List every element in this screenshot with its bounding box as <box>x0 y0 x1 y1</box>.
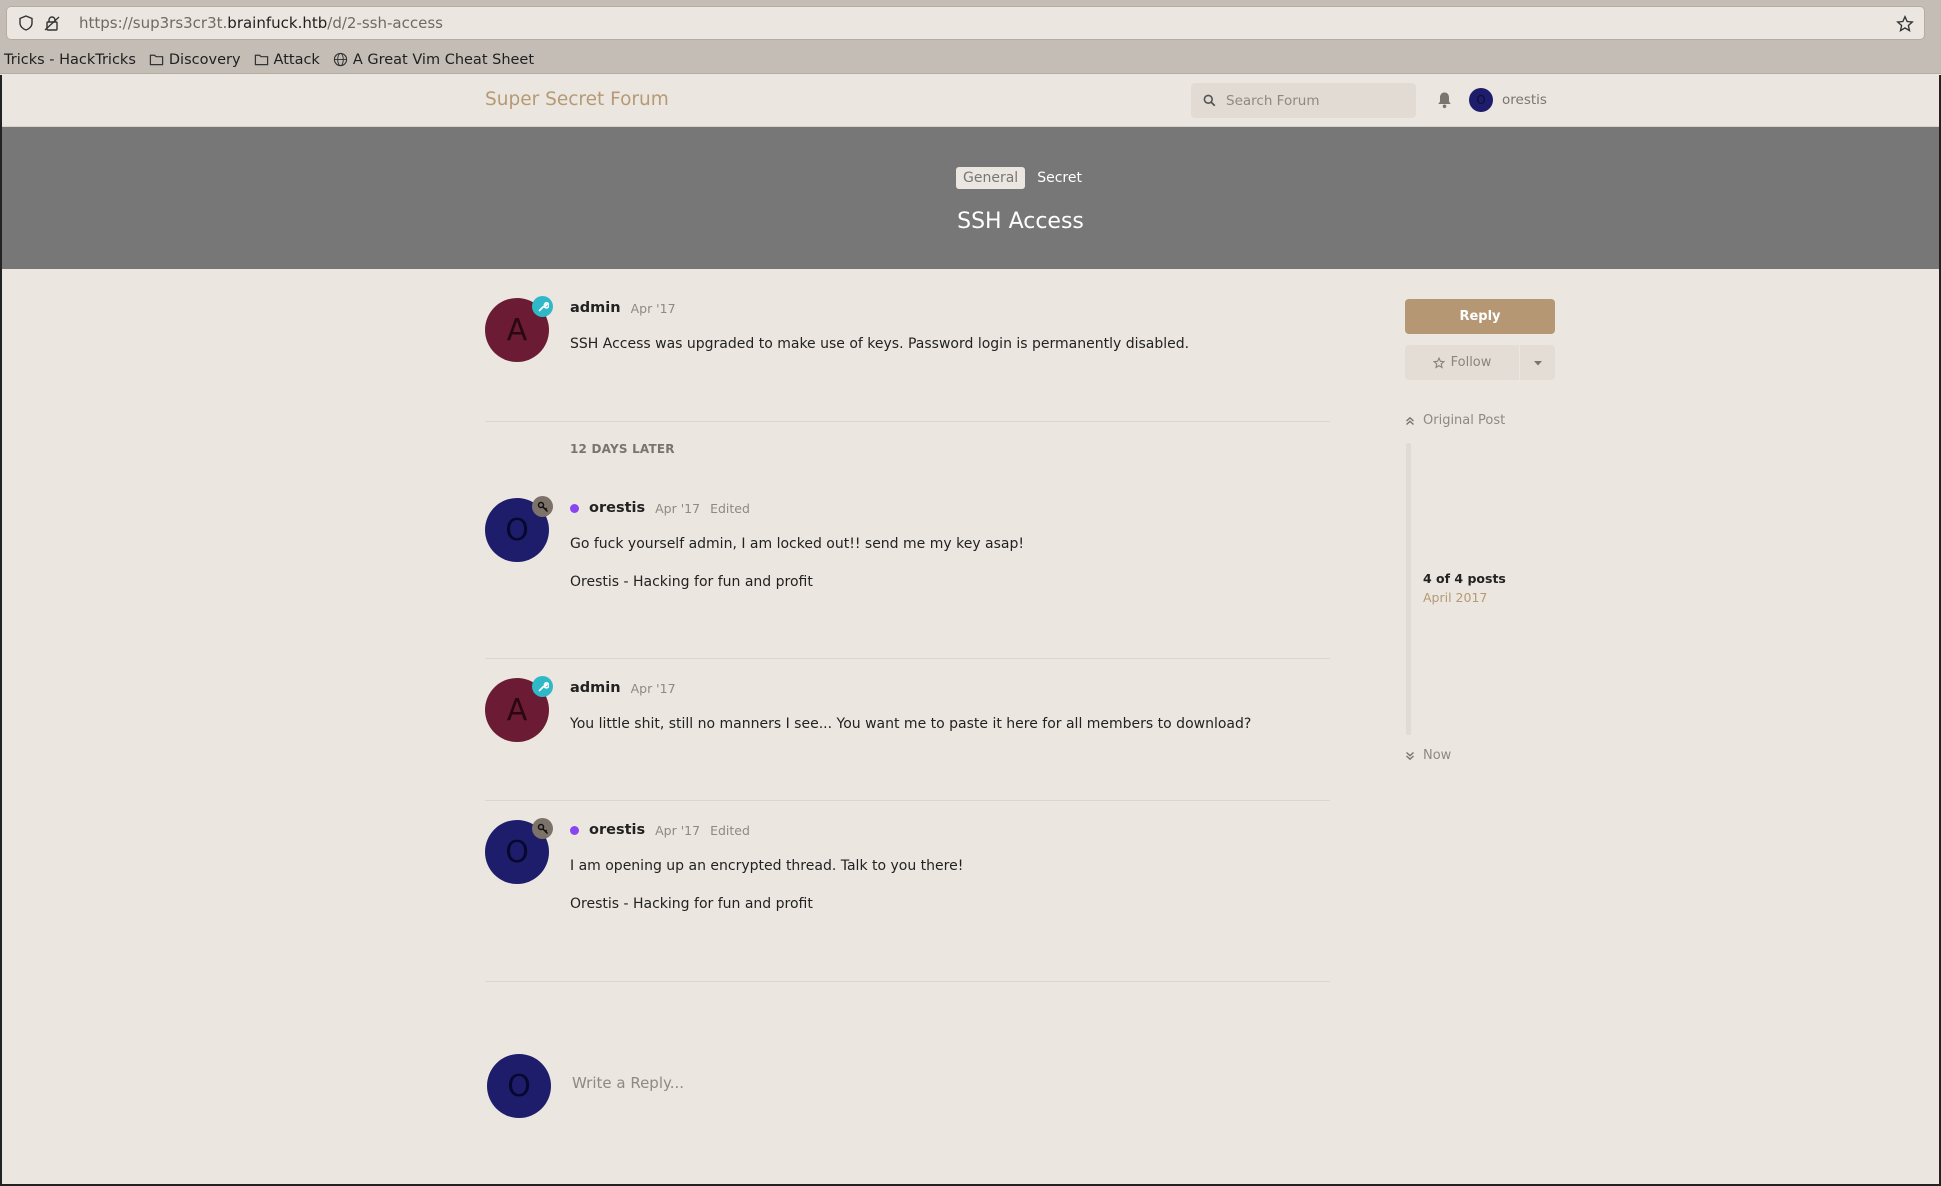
post: A admin Apr '17 You little shit, still n… <box>485 676 1330 748</box>
bookmark-discovery[interactable]: Discovery <box>149 52 241 68</box>
post-signature: Orestis - Hacking for fun and profit <box>570 896 813 912</box>
post: O orestis Apr '17 Edited Go fuck yoursel… <box>485 496 1330 610</box>
scrubber-count: 4 of 4 posts <box>1423 571 1506 586</box>
folder-icon <box>254 54 268 66</box>
scrubber-now[interactable]: Now <box>1405 748 1451 763</box>
globe-icon <box>333 52 347 67</box>
post-date[interactable]: Apr '17 <box>631 301 676 316</box>
online-indicator <box>570 825 579 835</box>
follow-button[interactable]: Follow <box>1405 345 1519 380</box>
post-divider <box>485 800 1330 801</box>
post-author[interactable]: orestis <box>589 822 645 838</box>
reply-button[interactable]: Reply <box>1405 299 1555 334</box>
post-author[interactable]: admin <box>570 300 621 316</box>
tag-general[interactable]: General <box>956 167 1026 189</box>
scrubber-track[interactable] <box>1406 443 1411 735</box>
now-label: Now <box>1423 748 1452 763</box>
moderator-badge <box>532 296 553 317</box>
post-body: You little shit, still no manners I see.… <box>570 714 1251 752</box>
star-icon <box>1432 356 1445 369</box>
folder-icon <box>149 54 164 66</box>
address-bar[interactable]: https://sup3rs3cr3t.brainfuck.htb/d/2-ss… <box>6 6 1925 40</box>
post-date[interactable]: Apr '17 <box>655 823 700 838</box>
post: O orestis Apr '17 Edited I am opening up… <box>485 818 1330 932</box>
post-body: Go fuck yourself admin, I am locked out!… <box>570 534 1024 610</box>
double-chevron-down-icon <box>1406 751 1414 760</box>
post-header: orestis Apr '17 Edited <box>570 820 750 840</box>
user-menu[interactable]: O orestis <box>1469 88 1547 112</box>
lock-icon[interactable] <box>43 14 61 32</box>
post-date[interactable]: Apr '17 <box>631 681 676 696</box>
discussion-title: SSH Access <box>957 209 1084 234</box>
username: orestis <box>1502 92 1547 108</box>
avatar: O <box>1469 88 1493 112</box>
follow-dropdown[interactable] <box>1520 345 1555 380</box>
bookmark-label: Discovery <box>168 51 241 68</box>
bookmark-label: Attack <box>273 51 320 68</box>
caret-down-icon <box>1533 360 1542 365</box>
wrench-icon <box>537 681 549 692</box>
search-icon <box>1203 94 1216 107</box>
member-badge <box>532 818 553 839</box>
post-signature: Orestis - Hacking for fun and profit <box>570 574 813 590</box>
tag-list: General Secret <box>956 167 1082 189</box>
discussion-hero: General Secret SSH Access <box>0 127 1941 269</box>
post-author[interactable]: orestis <box>589 500 645 516</box>
double-chevron-up-icon <box>1406 416 1414 425</box>
post: A admin Apr '17 SSH Access was upgraded … <box>485 296 1330 368</box>
bookmarks-bar: Tricks - HackTricks Discovery Attack A G… <box>0 46 1941 74</box>
post-header: orestis Apr '17 Edited <box>570 498 750 518</box>
bookmark-star-icon[interactable] <box>1896 15 1914 33</box>
bookmark-attack[interactable]: Attack <box>254 52 320 68</box>
post-edited[interactable]: Edited <box>710 501 750 516</box>
browser-toolbar: https://sup3rs3cr3t.brainfuck.htb/d/2-ss… <box>0 0 1941 46</box>
post-header: admin Apr '17 <box>570 298 676 318</box>
url-path: /d/2-ssh-access <box>327 14 443 32</box>
key-icon <box>537 501 548 512</box>
follow-control: Follow <box>1405 345 1555 380</box>
url-host: brainfuck.htb <box>227 14 328 32</box>
wrench-icon <box>537 301 549 312</box>
post-author[interactable]: admin <box>570 680 621 696</box>
moderator-badge <box>532 676 553 697</box>
shield-icon[interactable] <box>17 14 35 32</box>
post-text: You little shit, still no manners I see.… <box>570 716 1252 732</box>
follow-label: Follow <box>1450 355 1492 370</box>
post-date[interactable]: Apr '17 <box>655 501 700 516</box>
scrubber-date: April 2017 <box>1423 590 1488 605</box>
reply-composer[interactable]: O Write a Reply... <box>487 1054 1332 1118</box>
reply-placeholder[interactable]: Write a Reply... <box>572 1074 684 1092</box>
online-indicator <box>570 503 579 513</box>
original-post-label: Original Post <box>1423 413 1506 428</box>
post-body: SSH Access was upgraded to make use of k… <box>570 334 1189 372</box>
post-text: I am opening up an encrypted thread. Tal… <box>570 858 964 874</box>
post-divider <box>485 658 1330 659</box>
post-text: SSH Access was upgraded to make use of k… <box>570 336 1190 352</box>
post-body: I am opening up an encrypted thread. Tal… <box>570 856 963 932</box>
key-icon <box>537 823 548 834</box>
search-input[interactable] <box>1226 92 1406 109</box>
bookmark-hacktricks[interactable]: Tricks - HackTricks <box>4 52 136 68</box>
tag-secret[interactable]: Secret <box>1037 170 1082 186</box>
post-header: admin Apr '17 <box>570 678 676 698</box>
url-prefix: https://sup3rs3cr3t. <box>79 14 228 32</box>
url-text[interactable]: https://sup3rs3cr3t.brainfuck.htb/d/2-ss… <box>79 14 443 32</box>
search-box[interactable] <box>1191 83 1416 118</box>
bookmark-vim-cheat-sheet[interactable]: A Great Vim Cheat Sheet <box>333 52 534 68</box>
forum-header: Super Secret Forum O orestis <box>0 75 1941 127</box>
forum-brand[interactable]: Super Secret Forum <box>485 89 669 110</box>
post-divider <box>485 421 1330 422</box>
avatar: O <box>487 1054 551 1118</box>
post-edited[interactable]: Edited <box>710 823 750 838</box>
time-gap: 12 DAYS LATER <box>570 442 675 456</box>
window-border <box>0 75 2 1186</box>
member-badge <box>532 496 553 517</box>
bookmark-label: A Great Vim Cheat Sheet <box>352 51 535 68</box>
notifications-bell-icon[interactable] <box>1436 91 1453 109</box>
scrubber-original-post[interactable]: Original Post <box>1405 413 1505 428</box>
post-text: Go fuck yourself admin, I am locked out!… <box>570 536 1025 552</box>
bookmark-label: Tricks - HackTricks <box>4 51 136 68</box>
post-divider <box>485 981 1330 982</box>
